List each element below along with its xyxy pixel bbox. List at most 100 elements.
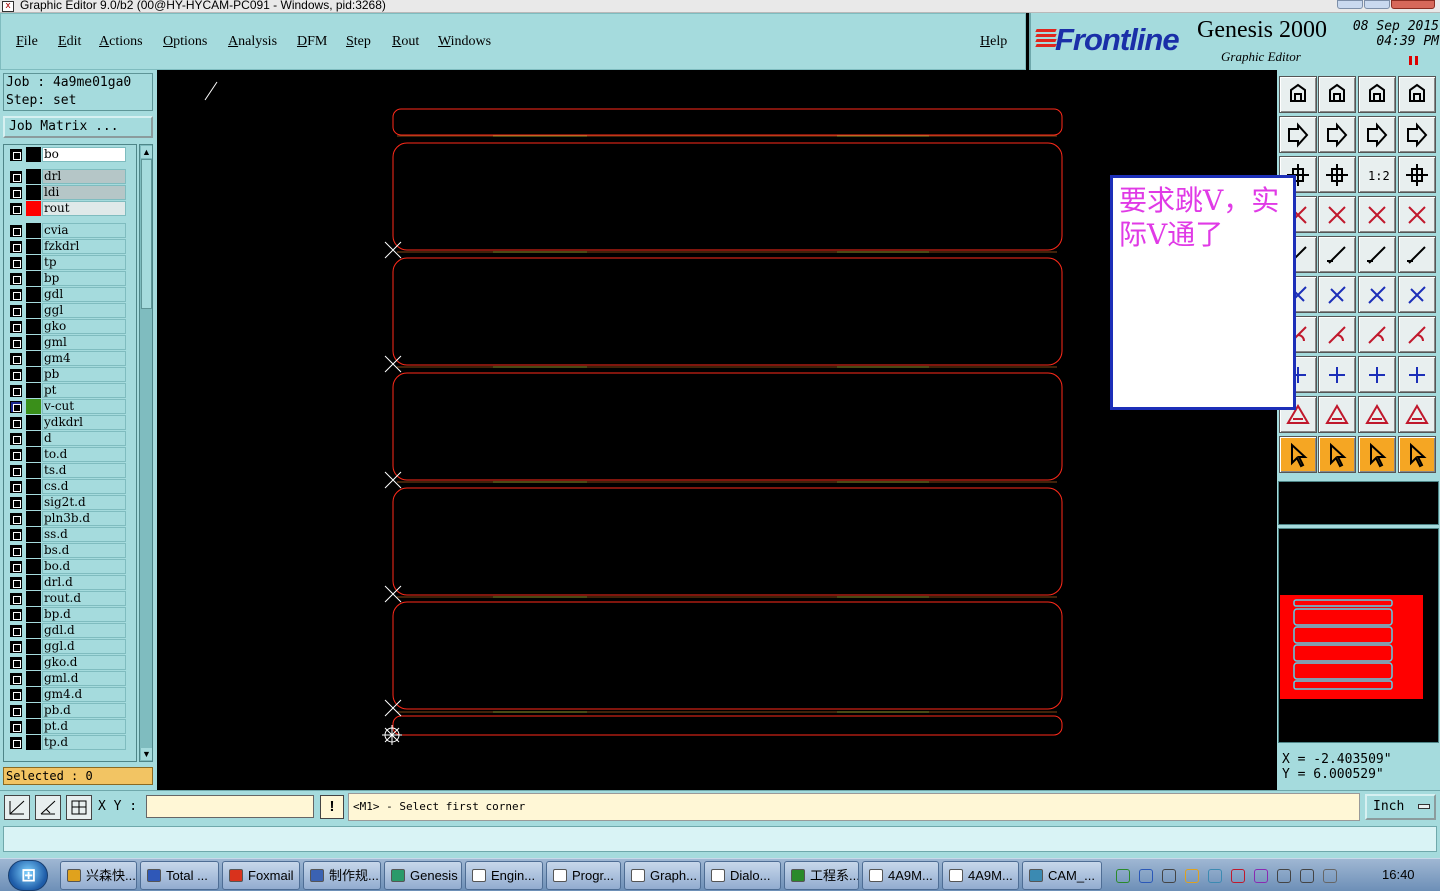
draw-icon[interactable] bbox=[1318, 236, 1356, 273]
layer-checkbox[interactable] bbox=[10, 625, 22, 637]
layer-name[interactable]: tp.d bbox=[42, 735, 126, 750]
layer-checkbox[interactable] bbox=[10, 609, 22, 621]
alert-button[interactable]: ! bbox=[320, 795, 344, 819]
layer-checkbox[interactable] bbox=[10, 657, 22, 669]
layer-name[interactable]: pt.d bbox=[42, 719, 126, 734]
layer-row-drl-d[interactable]: drl.d bbox=[4, 575, 136, 590]
network-tray-icon[interactable] bbox=[1208, 869, 1222, 883]
zoom-center-icon[interactable] bbox=[1318, 156, 1356, 193]
layer-row-ggl-d[interactable]: ggl.d bbox=[4, 639, 136, 654]
window-frame-icon[interactable] bbox=[1398, 76, 1436, 113]
layer-color-swatch[interactable] bbox=[26, 527, 41, 542]
layer-checkbox[interactable] bbox=[10, 241, 22, 253]
layer-checkbox[interactable] bbox=[10, 689, 22, 701]
layer-checkbox[interactable] bbox=[10, 449, 22, 461]
x-point-icon[interactable] bbox=[1318, 276, 1356, 313]
layer-checkbox[interactable] bbox=[10, 721, 22, 733]
graphic-canvas[interactable] bbox=[157, 70, 1277, 790]
layer-color-swatch[interactable] bbox=[26, 479, 41, 494]
taskbar-item[interactable]: Engin... bbox=[465, 861, 543, 890]
layer-color-swatch[interactable] bbox=[26, 255, 41, 270]
layer-color-swatch[interactable] bbox=[26, 271, 41, 286]
layer-color-swatch[interactable] bbox=[26, 147, 41, 162]
menu-analysis[interactable]: Analysis bbox=[228, 34, 277, 50]
taskbar-item[interactable]: 4A9M... bbox=[942, 861, 1019, 890]
layer-row-bp[interactable]: bp bbox=[4, 271, 136, 286]
layer-row-rout-d[interactable]: rout.d bbox=[4, 591, 136, 606]
layer-name[interactable]: drl bbox=[42, 169, 126, 184]
layer-name[interactable]: pb bbox=[42, 367, 126, 382]
layer-name[interactable]: gml.d bbox=[42, 671, 126, 686]
layer-name[interactable]: rout.d bbox=[42, 591, 126, 606]
menu-edit[interactable]: Edit bbox=[58, 34, 81, 50]
layer-row-v-cut[interactable]: v-cut bbox=[4, 399, 136, 414]
layer-row-gml[interactable]: gml bbox=[4, 335, 136, 350]
layer-row-pln3b-d[interactable]: pln3b.d bbox=[4, 511, 136, 526]
layer-name[interactable]: sig2t.d bbox=[42, 495, 126, 510]
arrow-point-icon[interactable] bbox=[1398, 276, 1436, 313]
layer-name[interactable]: cvia bbox=[42, 223, 126, 238]
layer-checkbox[interactable] bbox=[10, 481, 22, 493]
taskbar-item[interactable]: 制作规... bbox=[303, 861, 381, 890]
layer-checkbox[interactable] bbox=[10, 337, 22, 349]
layer-name[interactable]: pb.d bbox=[42, 703, 126, 718]
layer-checkbox[interactable] bbox=[10, 593, 22, 605]
align-icon[interactable] bbox=[1398, 196, 1436, 233]
layer-row-bp-d[interactable]: bp.d bbox=[4, 607, 136, 622]
minimize-button[interactable] bbox=[1337, 0, 1363, 9]
layer-name[interactable]: fzkdrl bbox=[42, 239, 126, 254]
shortcut-icon[interactable] bbox=[1254, 869, 1268, 883]
shapes-icon[interactable] bbox=[1398, 356, 1436, 393]
layer-color-swatch[interactable] bbox=[26, 303, 41, 318]
layer-color-swatch[interactable] bbox=[26, 543, 41, 558]
layer-row-tp-d[interactable]: tp.d bbox=[4, 735, 136, 750]
layer-name[interactable]: drl.d bbox=[42, 575, 126, 590]
layer-name[interactable]: bo.d bbox=[42, 559, 126, 574]
menu-step[interactable]: Step bbox=[346, 34, 371, 50]
antivirus-icon[interactable] bbox=[1231, 869, 1245, 883]
layer-color-swatch[interactable] bbox=[26, 655, 41, 670]
zoom-s-icon[interactable] bbox=[1398, 116, 1436, 153]
layer-checkbox[interactable] bbox=[10, 273, 22, 285]
taskbar-item[interactable]: 兴森快... bbox=[60, 861, 137, 890]
layer-checkbox[interactable] bbox=[10, 577, 22, 589]
layer-checkbox[interactable] bbox=[10, 737, 22, 749]
home-icon[interactable] bbox=[1358, 76, 1396, 113]
layer-checkbox[interactable] bbox=[10, 705, 22, 717]
layer-checkbox[interactable] bbox=[10, 641, 22, 653]
layer-name[interactable]: tp bbox=[42, 255, 126, 270]
arc-icon[interactable] bbox=[1358, 316, 1396, 353]
layer-color-swatch[interactable] bbox=[26, 239, 41, 254]
ratio-icon[interactable]: 1:2 bbox=[1358, 156, 1396, 193]
snap-pad-icon[interactable] bbox=[1358, 196, 1396, 233]
layer-name[interactable]: gdl.d bbox=[42, 623, 126, 638]
menu-windows[interactable]: Windows bbox=[438, 34, 491, 50]
taskbar-item[interactable]: Total ... bbox=[140, 861, 219, 890]
triangle-b-icon[interactable] bbox=[1358, 396, 1396, 433]
taskbar-item[interactable]: Foxmail bbox=[222, 861, 300, 890]
overview-area[interactable] bbox=[1278, 528, 1439, 743]
minus-icon[interactable] bbox=[1318, 356, 1356, 393]
job-matrix-button[interactable]: Job Matrix ... bbox=[3, 116, 153, 138]
export-icon[interactable] bbox=[1279, 76, 1317, 113]
taskbar-item[interactable]: 工程系... bbox=[784, 861, 859, 890]
menu-dfm[interactable]: DFM bbox=[297, 34, 327, 50]
layer-checkbox[interactable] bbox=[10, 545, 22, 557]
layer-name[interactable]: cs.d bbox=[42, 479, 126, 494]
layer-name[interactable]: gml bbox=[42, 335, 126, 350]
layer-row-gko[interactable]: gko bbox=[4, 319, 136, 334]
scroll-up-icon[interactable]: ▲ bbox=[141, 146, 152, 158]
layer-color-swatch[interactable] bbox=[26, 335, 41, 350]
layer-name[interactable]: gm4 bbox=[42, 351, 126, 366]
skype-icon[interactable] bbox=[1116, 869, 1130, 883]
scroll-thumb[interactable] bbox=[141, 159, 152, 309]
help-icon[interactable] bbox=[1398, 156, 1436, 193]
layer-name[interactable]: ydkdrl bbox=[42, 415, 126, 430]
layer-color-swatch[interactable] bbox=[26, 367, 41, 382]
layer-row-cs-d[interactable]: cs.d bbox=[4, 479, 136, 494]
layer-color-swatch[interactable] bbox=[26, 447, 41, 462]
layer-color-swatch[interactable] bbox=[26, 687, 41, 702]
arrow-diag-icon[interactable] bbox=[1358, 276, 1396, 313]
triangle-a-icon[interactable] bbox=[1318, 396, 1356, 433]
layer-name[interactable]: gko.d bbox=[42, 655, 126, 670]
